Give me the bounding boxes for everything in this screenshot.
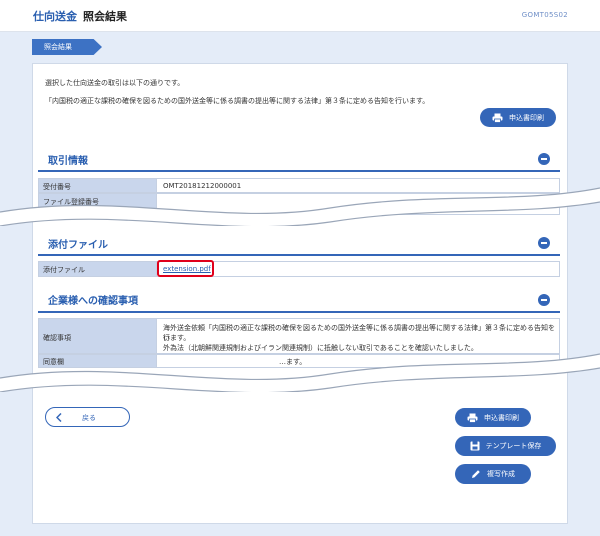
breadcrumb-label: 照会結果 [44, 43, 72, 51]
table-row: 添付ファイル extension.pdf [38, 261, 560, 277]
table-row: 確認事項 海外送金依頼「内国税の適正な課税の確保を図るための国外送金等に係る調書… [38, 318, 560, 354]
row-label: 確認事項 [39, 319, 157, 353]
confirmation-text-2: います。 [163, 334, 191, 342]
save-template-button[interactable]: テンプレート保存 [455, 436, 556, 456]
section-divider [38, 170, 560, 172]
printer-icon [467, 413, 478, 423]
save-template-label: テンプレート保存 [485, 442, 542, 450]
copy-create-button[interactable]: 複写作成 [455, 464, 531, 484]
intro-text-2: 「内国税の適正な課税の確保を図るための国外送金等に係る調書の提出等に関する法律」… [45, 97, 430, 105]
section-title-attachment: 添付ファイル [48, 240, 108, 251]
highlight-box [157, 260, 214, 277]
truncation-wave [0, 353, 600, 392]
collapse-transaction-icon[interactable] [538, 153, 550, 165]
print-application-button-bottom[interactable]: 申込書印刷 [455, 408, 531, 427]
collapse-confirmation-icon[interactable] [538, 294, 550, 306]
confirmation-text-1: 海外送金依頼「内国税の適正な課税の確保を図るための国外送金等に係る調書の提出等に… [163, 324, 555, 342]
print-application-label: 申込書印刷 [484, 413, 519, 422]
screen-code: GOMT05S02 [521, 11, 568, 19]
floppy-disk-icon [470, 441, 480, 451]
section-divider [38, 311, 560, 313]
copy-create-label: 複写作成 [487, 470, 515, 478]
breadcrumb: 照会結果 [32, 39, 102, 55]
section-divider [38, 254, 560, 256]
section-title-transaction: 取引情報 [48, 156, 88, 167]
print-application-label: 申込書印刷 [509, 113, 544, 122]
collapse-attachment-icon[interactable] [538, 237, 550, 249]
page-title: 照会結果 [83, 10, 127, 23]
app-title: 仕向送金 [33, 10, 77, 23]
app-header: 仕向送金 照会結果 GOMT05S02 [0, 0, 600, 32]
row-label: 添付ファイル [39, 262, 157, 276]
pencil-icon [472, 470, 480, 478]
chevron-left-icon [56, 413, 62, 422]
truncation-wave [0, 187, 600, 226]
section-title-confirmation: 企業様への確認事項 [48, 296, 138, 307]
printer-icon [492, 113, 503, 123]
back-label: 戻る [82, 414, 96, 422]
back-button[interactable]: 戻る [45, 407, 130, 427]
intro-text-1: 選択した仕向送金の取引は以下の通りです。 [45, 79, 185, 87]
print-application-button-top[interactable]: 申込書印刷 [480, 108, 556, 127]
